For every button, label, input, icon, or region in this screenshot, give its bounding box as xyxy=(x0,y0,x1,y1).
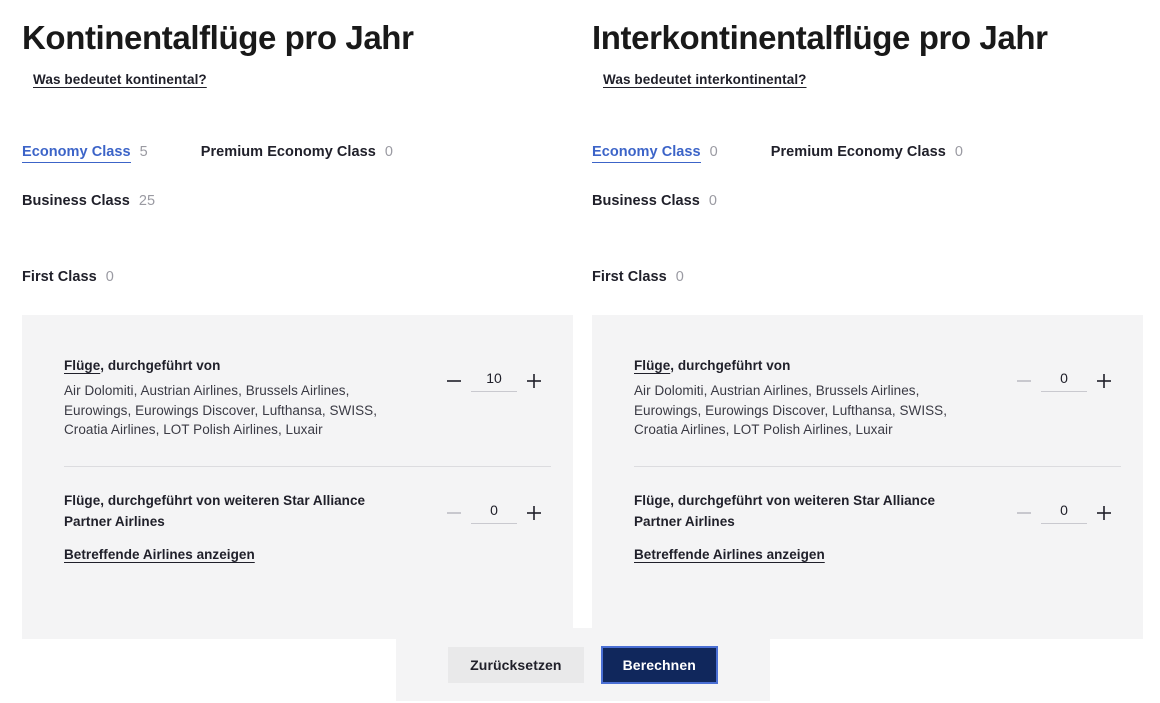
tab-business-class-kontinental[interactable]: Economy Class 5 xyxy=(22,144,148,163)
tab-count: 25 xyxy=(138,193,156,209)
tab-count: 0 xyxy=(708,193,717,209)
section-text: Flüge, durchgeführt von weiteren Star Al… xyxy=(634,490,964,564)
card-section-lufthansa-group-interkontinental: Flüge, durchgeführt von Air Dolomiti, Au… xyxy=(592,315,1143,440)
tab-label: Business Class xyxy=(592,193,700,209)
stepper-group-interkontinental: 0 xyxy=(1007,356,1121,398)
plus-icon-button[interactable] xyxy=(1087,364,1121,398)
page-title-interkontinental: Interkontinentalflüge pro Jahr xyxy=(592,19,1048,56)
tab-business-class-interkontinental[interactable]: Business Class 0 xyxy=(592,193,717,209)
tab-count: 0 xyxy=(105,269,114,285)
card-section-star-alliance-interkontinental: Flüge, durchgeführt von weiteren Star Al… xyxy=(592,467,1143,564)
page-title-kontinental: Kontinentalflüge pro Jahr xyxy=(22,19,414,56)
section-heading: Flüge, durchgeführt von xyxy=(634,356,964,376)
tab-label: Economy Class xyxy=(22,144,131,163)
action-bar: Zurücksetzen Berechnen xyxy=(396,628,770,701)
tab-business-class-kontinental-3[interactable]: Business Class 25 xyxy=(22,193,155,209)
stepper-group-kontinental: 10 xyxy=(437,356,551,398)
tab-label: First Class xyxy=(22,269,97,285)
minus-icon-button[interactable] xyxy=(1007,496,1041,530)
flights-card-interkontinental: Flüge, durchgeführt von Air Dolomiti, Au… xyxy=(592,315,1143,639)
tab-label: Business Class xyxy=(22,193,130,209)
card-section-lufthansa-group-kontinental: Flüge, durchgeführt von Air Dolomiti, Au… xyxy=(22,315,573,440)
section-heading: Flüge, durchgeführt von weiteren Star Al… xyxy=(64,492,366,529)
class-tabs-kontinental: Economy Class 5 Premium Economy Class 0 … xyxy=(22,89,574,285)
tab-premium-economy-class-interkontinental[interactable]: Premium Economy Class 0 xyxy=(771,144,963,163)
stepper-star-alliance-interkontinental: 0 xyxy=(1007,490,1121,530)
flights-card-kontinental: Flüge, durchgeführt von Air Dolomiti, Au… xyxy=(22,315,573,639)
stepper-star-alliance-kontinental: 0 xyxy=(437,490,551,530)
tab-premium-economy-class-kontinental[interactable]: Premium Economy Class 0 xyxy=(201,144,393,163)
plus-icon-button[interactable] xyxy=(1087,496,1121,530)
section-heading-rest: , durchgeführt von xyxy=(100,358,221,373)
minus-icon-button[interactable] xyxy=(437,496,471,530)
tab-count: 0 xyxy=(954,144,963,160)
fluege-link[interactable]: Flüge xyxy=(64,358,100,373)
info-link-wrap-interkontinental: Was bedeutet interkontinental? xyxy=(592,59,1154,89)
tab-first-class-kontinental[interactable]: First Class 0 xyxy=(22,269,114,285)
column-interkontinental: Interkontinentalflüge pro Jahr Was bedeu… xyxy=(580,0,1160,639)
columns-wrapper: Kontinentalflüge pro Jahr Was bedeutet k… xyxy=(0,0,1160,639)
info-link-kontinental[interactable]: Was bedeutet kontinental? xyxy=(33,72,207,87)
tab-count: 5 xyxy=(139,144,148,160)
info-link-interkontinental[interactable]: Was bedeutet interkontinental? xyxy=(603,72,807,87)
card-section-star-alliance-kontinental: Flüge, durchgeführt von weiteren Star Al… xyxy=(22,467,573,564)
section-heading: Flüge, durchgeführt von weiteren Star Al… xyxy=(634,492,936,529)
info-link-wrap-kontinental: Was bedeutet kontinental? xyxy=(22,59,574,89)
airline-list: Air Dolomiti, Austrian Airlines, Brussel… xyxy=(634,383,948,437)
tab-label: Premium Economy Class xyxy=(200,144,376,160)
stepper-value-input[interactable]: 0 xyxy=(1041,370,1087,392)
section-heading: Flüge, durchgeführt von xyxy=(64,356,394,376)
stepper-value-input[interactable]: 10 xyxy=(471,370,517,392)
fluege-link[interactable]: Flüge xyxy=(634,358,670,373)
tab-label: First Class xyxy=(592,269,667,285)
tab-count: 0 xyxy=(675,269,684,285)
reset-button[interactable]: Zurücksetzen xyxy=(448,646,584,683)
section-heading-rest: , durchgeführt von xyxy=(670,358,791,373)
flight-calculator-page: Kontinentalflüge pro Jahr Was bedeutet k… xyxy=(0,0,1160,703)
section-text: Flüge, durchgeführt von Air Dolomiti, Au… xyxy=(64,356,394,440)
section-text: Flüge, durchgeführt von Air Dolomiti, Au… xyxy=(634,356,964,440)
stepper-value-input[interactable]: 0 xyxy=(471,502,517,524)
column-kontinental: Kontinentalflüge pro Jahr Was bedeutet k… xyxy=(0,0,580,639)
tab-label: Premium Economy Class xyxy=(770,144,946,160)
tab-first-class-interkontinental[interactable]: First Class 0 xyxy=(592,269,684,285)
minus-icon-button[interactable] xyxy=(437,364,471,398)
tab-count: 0 xyxy=(709,144,718,160)
class-tabs-interkontinental: Economy Class 0 Premium Economy Class 0 … xyxy=(592,89,1154,285)
plus-icon-button[interactable] xyxy=(517,496,551,530)
minus-icon-button[interactable] xyxy=(1007,364,1041,398)
calculate-button[interactable]: Berechnen xyxy=(600,645,718,684)
tab-count: 0 xyxy=(384,144,393,160)
section-text: Flüge, durchgeführt von weiteren Star Al… xyxy=(64,490,394,564)
tab-economy-class-interkontinental[interactable]: Economy Class 0 xyxy=(592,144,718,163)
tab-label: Economy Class xyxy=(592,144,701,163)
show-airlines-link[interactable]: Betreffende Airlines anzeigen xyxy=(64,547,255,562)
show-airlines-link[interactable]: Betreffende Airlines anzeigen xyxy=(634,547,825,562)
plus-icon-button[interactable] xyxy=(517,364,551,398)
airline-list: Air Dolomiti, Austrian Airlines, Brussel… xyxy=(64,383,378,437)
stepper-value-input[interactable]: 0 xyxy=(1041,502,1087,524)
